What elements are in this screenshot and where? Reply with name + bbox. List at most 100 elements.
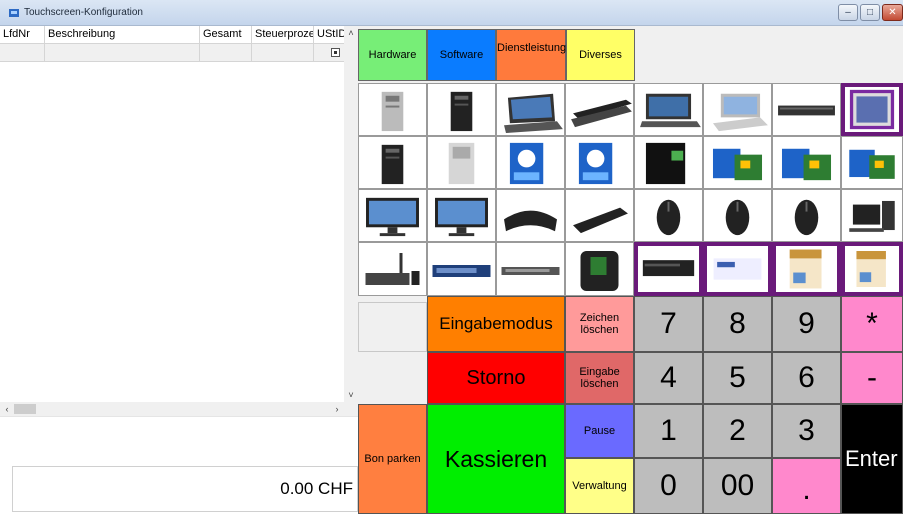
product-tile-laptop-dark[interactable] xyxy=(634,83,703,136)
key-3[interactable]: 3 xyxy=(772,404,841,458)
category-dienstleistung[interactable]: Dienstleistung xyxy=(496,29,566,81)
column-header-steuerprozent[interactable]: Steuerprozent xyxy=(252,26,314,44)
column-header-beschreibung[interactable]: Beschreibung xyxy=(45,26,200,44)
product-tile-toner-box[interactable] xyxy=(703,242,772,296)
product-tile-camera-bag[interactable] xyxy=(565,242,634,296)
product-tile-tower-pc[interactable] xyxy=(358,83,427,136)
monitor-icon xyxy=(435,197,488,237)
category-software[interactable]: Software xyxy=(427,29,496,81)
product-tile-tower-pc-black[interactable] xyxy=(427,83,496,136)
key-7[interactable]: 7 xyxy=(634,296,703,352)
enter-key[interactable]: Enter xyxy=(841,404,903,514)
software-box-icon xyxy=(789,249,822,289)
key-00[interactable]: 00 xyxy=(703,458,772,514)
category-hardware[interactable]: Hardware xyxy=(358,29,427,81)
product-tile-dvd-drive[interactable] xyxy=(634,242,703,296)
kassieren-label: Kassieren xyxy=(444,445,548,472)
product-tile-software-box[interactable] xyxy=(841,242,903,296)
eingabe-loeschen-button[interactable]: Eingabe löschen xyxy=(565,352,634,404)
kassieren-button[interactable]: Kassieren xyxy=(427,404,565,514)
scroll-left-button[interactable]: ‹ xyxy=(0,402,14,416)
product-tile-cpu-box-blue[interactable] xyxy=(496,136,565,189)
maximize-button[interactable]: □ xyxy=(860,4,880,21)
key-5[interactable]: 5 xyxy=(703,352,772,404)
vertical-scrollbar[interactable]: ˄ ˅ xyxy=(344,26,358,402)
product-tile-motherboard[interactable] xyxy=(841,136,903,189)
filter-cell-lfdnr[interactable] xyxy=(0,44,45,62)
product-tile-mouse-black[interactable] xyxy=(772,189,841,242)
camera-bag-icon xyxy=(580,251,619,291)
storno-button[interactable]: Storno xyxy=(427,352,565,404)
column-header-ustid[interactable]: UStID xyxy=(314,26,344,44)
cpu-box-blue-icon xyxy=(578,142,613,185)
horizontal-scrollbar[interactable]: ‹ › xyxy=(0,402,344,416)
product-tile-keyboard-ergonomic[interactable] xyxy=(496,189,565,242)
bon-parken-button[interactable]: Bon parken xyxy=(358,404,427,514)
key-2[interactable]: 2 xyxy=(703,404,772,458)
key-0[interactable]: 0 xyxy=(634,458,703,514)
tower-pc-black-icon xyxy=(450,91,473,132)
minimize-button[interactable]: – xyxy=(838,4,858,21)
software-box-icon xyxy=(856,251,886,287)
cd-spindle-icon xyxy=(849,89,895,130)
scroll-down-button[interactable]: ˅ xyxy=(344,388,358,402)
product-tile-mouse-black[interactable] xyxy=(634,189,703,242)
key-9[interactable]: 9 xyxy=(772,296,841,352)
product-tile-router[interactable] xyxy=(358,242,427,296)
product-tile-switch-flat[interactable] xyxy=(496,242,565,296)
product-tile-motherboard[interactable] xyxy=(703,136,772,189)
keyboard-ergonomic-icon xyxy=(504,210,557,232)
eingabemodus-button[interactable]: Eingabemodus xyxy=(427,296,565,352)
motherboard-icon xyxy=(849,149,895,179)
key-6[interactable]: 6 xyxy=(772,352,841,404)
scroll-up-button[interactable]: ˄ xyxy=(344,26,358,40)
product-tile-monitor[interactable] xyxy=(358,189,427,242)
product-tile-rack-server[interactable] xyxy=(772,83,841,136)
filter-cell-gesamt[interactable] xyxy=(200,44,252,62)
product-tile-cpu-box-blue[interactable] xyxy=(565,136,634,189)
key-8[interactable]: 8 xyxy=(703,296,772,352)
product-tile-switch[interactable] xyxy=(427,242,496,296)
column-header-lfdnr[interactable]: LfdNr xyxy=(0,26,45,44)
product-tile-mouse-black[interactable] xyxy=(703,189,772,242)
tower-pc-icon xyxy=(381,91,404,132)
receipt-info-area xyxy=(0,416,358,466)
product-tile-tower-pc-silver[interactable] xyxy=(427,136,496,189)
close-button[interactable]: ✕ xyxy=(882,4,903,21)
zeichen-loeschen-button[interactable]: Zeichen löschen xyxy=(565,296,634,352)
filter-cell-steuerprozent[interactable] xyxy=(252,44,314,62)
category-diverses[interactable]: Diverses xyxy=(566,29,635,81)
filter-checkbox[interactable] xyxy=(331,48,340,57)
title-bar[interactable]: Touchscreen-Konfiguration – □ ✕ xyxy=(0,0,903,26)
multiply-key[interactable]: * xyxy=(841,296,903,352)
product-tile-monitor[interactable] xyxy=(427,189,496,242)
product-tile-cd-spindle[interactable] xyxy=(841,83,903,136)
window-title: Touchscreen-Konfiguration xyxy=(24,7,143,18)
pause-button[interactable]: Pause xyxy=(565,404,634,458)
minus-key[interactable]: - xyxy=(841,352,903,404)
laptop-icon xyxy=(504,93,563,134)
decimal-key[interactable]: . xyxy=(772,458,841,514)
scroll-right-button[interactable]: › xyxy=(330,402,344,416)
mouse-black-icon xyxy=(794,199,819,236)
column-header-gesamt[interactable]: Gesamt xyxy=(200,26,252,44)
dvd-drive-icon xyxy=(642,260,695,277)
product-tile-keyboard[interactable] xyxy=(565,189,634,242)
verwaltung-button[interactable]: Verwaltung xyxy=(565,458,634,514)
key-1[interactable]: 1 xyxy=(634,404,703,458)
switch-flat-icon xyxy=(501,267,560,275)
scroll-corner xyxy=(344,402,358,416)
product-tile-pc-set[interactable] xyxy=(841,189,903,242)
key-4[interactable]: 4 xyxy=(634,352,703,404)
filter-cell-beschreibung[interactable] xyxy=(45,44,200,62)
product-tile-laptop[interactable] xyxy=(496,83,565,136)
mouse-black-icon xyxy=(725,199,750,236)
product-tile-laptop-silver[interactable] xyxy=(703,83,772,136)
pause-label: Pause xyxy=(583,425,616,437)
product-tile-tower-pc-black[interactable] xyxy=(358,136,427,189)
product-tile-motherboard[interactable] xyxy=(772,136,841,189)
horizontal-scroll-thumb[interactable] xyxy=(14,404,36,414)
product-tile-software-box[interactable] xyxy=(772,242,841,296)
product-tile-laptop-black[interactable] xyxy=(565,83,634,136)
product-tile-cpu-box-black[interactable] xyxy=(634,136,703,189)
